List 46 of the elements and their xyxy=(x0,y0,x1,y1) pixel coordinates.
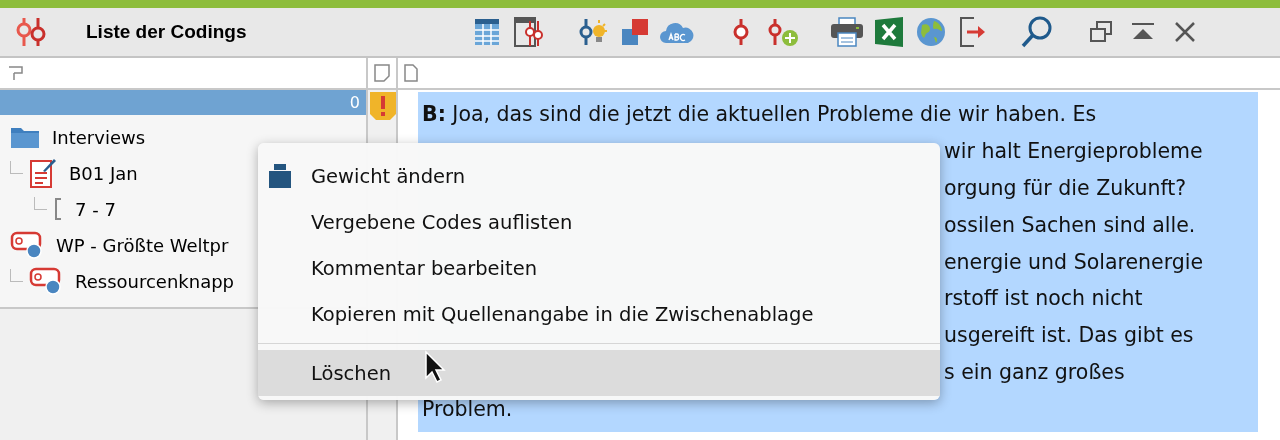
text-line: s ein ganz großes xyxy=(944,360,1125,385)
tree-item-label[interactable]: 7 - 7 xyxy=(75,198,116,220)
menu-item[interactable]: Gewicht ändern xyxy=(258,153,940,199)
collapse-icon[interactable] xyxy=(1130,22,1156,42)
restore-window-icon[interactable] xyxy=(1089,20,1113,44)
printer-icon[interactable] xyxy=(830,16,864,48)
document-edit-icon xyxy=(29,157,57,189)
text-line: rstoff ist noch nicht xyxy=(944,286,1143,311)
folder-icon xyxy=(10,125,40,149)
new-code-icon[interactable] xyxy=(766,17,800,47)
text-line: energie und Solarenergie xyxy=(944,249,1204,274)
code-tag-icon xyxy=(29,266,63,296)
globe-icon[interactable] xyxy=(916,17,946,47)
menu-item[interactable]: Vergebene Codes auflisten xyxy=(258,199,940,245)
tree-item-label[interactable]: B01 Jan xyxy=(69,162,138,184)
tree-connector xyxy=(10,160,23,174)
text-line: ossilen Sachen sind alle. xyxy=(944,212,1196,237)
mouse-pointer-icon xyxy=(424,350,446,384)
flag-icon xyxy=(8,65,24,81)
tree-item-label[interactable]: Interviews xyxy=(52,126,146,148)
tree-item-label[interactable]: Ressourcenknapp xyxy=(75,270,235,292)
warning-memo-icon xyxy=(370,92,396,120)
text-line: usgereift ist. Das gibt es xyxy=(944,323,1194,348)
count-label: 0 xyxy=(349,93,360,112)
menu-item[interactable]: Löschen xyxy=(258,350,940,396)
memo-icon xyxy=(374,64,390,82)
tree-connector xyxy=(10,268,23,282)
squares-icon[interactable] xyxy=(620,17,650,47)
text-line: wir halt Energieprobleme xyxy=(944,138,1203,163)
weight-icon xyxy=(268,164,292,188)
search-icon[interactable] xyxy=(1020,15,1054,49)
text-line: B: Joa, das sind die jetzt die aktuellen Probleme die wir haben. Es xyxy=(422,102,1097,126)
tree-item-label[interactable]: WP - Größte Weltpr xyxy=(56,234,229,256)
window-title: Liste der Codings xyxy=(86,21,248,43)
spreadsheet-icon[interactable] xyxy=(874,16,904,48)
menu-item[interactable]: Kommentar bearbeiten xyxy=(258,245,940,291)
document-icon xyxy=(404,64,418,82)
table-icon[interactable] xyxy=(474,18,500,46)
close-icon[interactable] xyxy=(1174,21,1196,43)
bracket-icon xyxy=(53,197,63,221)
text-line: Problem. xyxy=(422,397,513,422)
code-matrix-icon[interactable] xyxy=(514,17,544,47)
menu-item[interactable]: Kopieren mit Quellenangabe in die Zwischenablage xyxy=(258,291,940,337)
tree-connector xyxy=(34,196,47,210)
text-line: orgung für die Zukunft? xyxy=(944,175,1187,200)
code-tag-icon xyxy=(10,230,44,260)
